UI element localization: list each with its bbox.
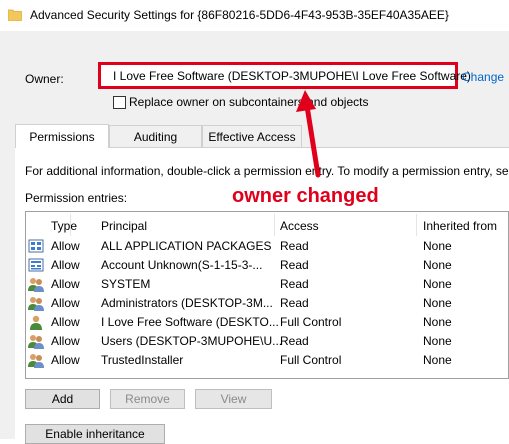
tab-permissions[interactable]: Permissions bbox=[15, 124, 109, 148]
cell-principal: Account Unknown(S-1-15-3-... bbox=[101, 258, 263, 272]
cell-inherited-from: None bbox=[423, 353, 452, 367]
view-button[interactable]: View bbox=[195, 389, 272, 409]
column-separator[interactable] bbox=[416, 214, 417, 236]
cell-inherited-from: None bbox=[423, 296, 452, 310]
app-packages-icon bbox=[28, 238, 44, 254]
cell-principal: Administrators (DESKTOP-3M... bbox=[101, 296, 273, 310]
permission-entries-label: Permission entries: bbox=[25, 191, 128, 205]
cell-principal: Users (DESKTOP-3MUPOHE\U... bbox=[101, 334, 283, 348]
cell-inherited-from: None bbox=[423, 258, 452, 272]
replace-owner-checkbox[interactable] bbox=[113, 96, 126, 109]
user-icon bbox=[28, 314, 44, 330]
tab-effective-access[interactable]: Effective Access bbox=[202, 125, 302, 147]
add-button[interactable]: Add bbox=[25, 389, 100, 409]
table-header: Type Principal Access Inherited from bbox=[25, 212, 509, 237]
tab-auditing-label: Auditing bbox=[133, 129, 178, 144]
table-row[interactable]: Allow Users (DESKTOP-3MUPOHE\U... Read None bbox=[26, 332, 508, 351]
cell-inherited-from: None bbox=[423, 315, 452, 329]
table-row[interactable]: Allow Account Unknown(S-1-15-3-... Read Non… bbox=[26, 256, 508, 275]
cell-access: Read bbox=[280, 239, 309, 253]
replace-owner-label: Replace owner on subcontainers and objec… bbox=[129, 95, 369, 109]
cell-principal: ALL APPLICATION PACKAGES bbox=[101, 239, 272, 253]
cell-type: Allow bbox=[51, 353, 80, 367]
cell-principal: TrustedInstaller bbox=[101, 353, 184, 367]
tab-permissions-label: Permissions bbox=[29, 129, 95, 144]
group-icon bbox=[28, 295, 44, 311]
cell-type: Allow bbox=[51, 258, 80, 272]
permissions-info-text: For additional information, double-click… bbox=[25, 164, 509, 178]
cell-access: Full Control bbox=[280, 315, 342, 329]
column-header-principal[interactable]: Principal bbox=[101, 219, 147, 233]
owner-changed-annotation: owner changed bbox=[232, 185, 379, 207]
cell-access: Read bbox=[280, 277, 309, 291]
cell-access: Read bbox=[280, 258, 309, 272]
column-separator[interactable] bbox=[274, 214, 275, 236]
cell-inherited-from: None bbox=[423, 277, 452, 291]
column-header-inherited-from[interactable]: Inherited from bbox=[423, 219, 497, 233]
cell-type: Allow bbox=[51, 239, 80, 253]
change-owner-link[interactable]: Change bbox=[462, 70, 504, 84]
column-header-type[interactable]: Type bbox=[51, 219, 77, 233]
table-row[interactable]: Allow I Love Free Software (DESKTO... Full… bbox=[26, 313, 508, 332]
cell-type: Allow bbox=[51, 315, 80, 329]
cell-access: Read bbox=[280, 334, 309, 348]
table-row[interactable]: Allow TrustedInstaller Full Control None bbox=[26, 351, 508, 370]
cell-type: Allow bbox=[51, 296, 80, 310]
window-title: Advanced Security Settings for {86F80216… bbox=[30, 8, 449, 22]
table-row[interactable]: Allow Administrators (DESKTOP-3M... Read No… bbox=[26, 294, 508, 313]
table-row[interactable]: Allow SYSTEM Read None bbox=[26, 275, 508, 294]
tab-effective-access-label: Effective Access bbox=[208, 129, 296, 144]
table-row[interactable]: Allow ALL APPLICATION PACKAGES Read None bbox=[26, 237, 508, 256]
tab-auditing[interactable]: Auditing bbox=[109, 125, 202, 147]
column-separator[interactable] bbox=[70, 214, 71, 236]
cell-access: Full Control bbox=[280, 353, 342, 367]
cell-access: Read bbox=[280, 296, 309, 310]
owner-label: Owner: bbox=[25, 72, 64, 86]
group-icon bbox=[28, 352, 44, 368]
owner-value-text: I Love Free Software (DESKTOP-3MUPOHE\I … bbox=[113, 68, 471, 83]
folder-icon bbox=[8, 9, 22, 21]
owner-value: I Love Free Software (DESKTOP-3MUPOHE\I … bbox=[98, 62, 471, 89]
group-icon bbox=[28, 333, 44, 349]
remove-button[interactable]: Remove bbox=[110, 389, 185, 409]
unknown-account-icon bbox=[28, 257, 44, 273]
enable-inheritance-button[interactable]: Enable inheritance bbox=[25, 424, 165, 444]
cell-type: Allow bbox=[51, 334, 80, 348]
cell-type: Allow bbox=[51, 277, 80, 291]
cell-inherited-from: None bbox=[423, 239, 452, 253]
cell-inherited-from: None bbox=[423, 334, 452, 348]
group-icon bbox=[28, 276, 44, 292]
cell-principal: SYSTEM bbox=[101, 277, 151, 291]
cell-principal: I Love Free Software (DESKTO... bbox=[101, 315, 279, 329]
column-header-access[interactable]: Access bbox=[280, 219, 319, 233]
